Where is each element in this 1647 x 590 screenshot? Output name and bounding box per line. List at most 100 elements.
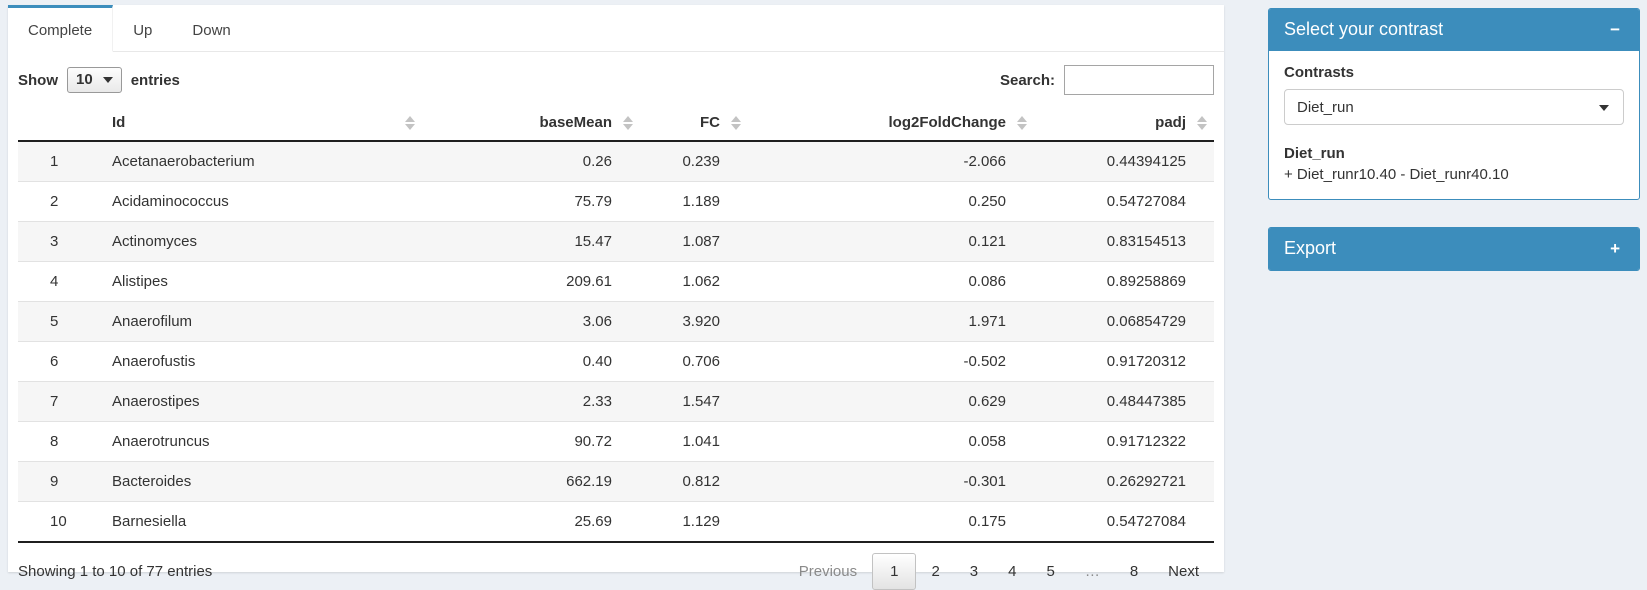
sort-icon [1197, 116, 1207, 130]
col-header-padj-label: padj [1155, 114, 1186, 131]
cell-log2foldchange: -2.066 [748, 141, 1034, 182]
tab-bar: Complete Up Down [8, 5, 1224, 52]
expand-plus-icon[interactable]: + [1606, 238, 1624, 259]
table-row: 4 Alistipes 209.61 1.062 0.086 0.8925886… [18, 262, 1214, 302]
sort-icon [623, 116, 633, 130]
col-header-rownum [18, 105, 102, 141]
cell-padj: 0.83154513 [1034, 222, 1214, 262]
cell-basemean: 90.72 [422, 422, 640, 462]
row-number: 2 [18, 182, 102, 222]
sort-icon [731, 116, 741, 130]
page-previous-button[interactable]: Previous [784, 553, 872, 590]
cell-log2foldchange: 0.121 [748, 222, 1034, 262]
cell-padj: 0.89258869 [1034, 262, 1214, 302]
cell-id: Barnesiella [102, 502, 422, 543]
page-button-1[interactable]: 1 [872, 553, 916, 590]
page-length-value: 10 [76, 71, 93, 88]
page-button-2[interactable]: 2 [916, 553, 954, 590]
sort-icon [405, 116, 415, 130]
contrasts-label: Contrasts [1284, 64, 1624, 81]
contrast-box-header: Select your contrast − [1269, 9, 1639, 51]
cell-padj: 0.91720312 [1034, 342, 1214, 382]
sort-icon [1017, 116, 1027, 130]
contrasts-select-value: Diet_run [1297, 99, 1354, 116]
page-ellipsis: … [1070, 553, 1115, 590]
table-row: 9 Bacteroides 662.19 0.812 -0.301 0.2629… [18, 462, 1214, 502]
cell-basemean: 2.33 [422, 382, 640, 422]
col-header-log2foldchange[interactable]: log2FoldChange [748, 105, 1034, 141]
export-box: Export + [1268, 227, 1640, 271]
cell-padj: 0.06854729 [1034, 302, 1214, 342]
cell-fc: 1.129 [640, 502, 748, 543]
table-row: 6 Anaerofustis 0.40 0.706 -0.502 0.91720… [18, 342, 1214, 382]
export-box-title: Export [1284, 238, 1336, 259]
col-header-id-label: Id [112, 114, 125, 131]
page-button-3[interactable]: 3 [955, 553, 993, 590]
col-header-id[interactable]: Id [102, 105, 422, 141]
tab-up[interactable]: Up [113, 5, 172, 52]
page-length-control: Show 10 entries [18, 67, 180, 93]
cell-basemean: 3.06 [422, 302, 640, 342]
cell-id: Anaerostipes [102, 382, 422, 422]
row-number: 6 [18, 342, 102, 382]
cell-log2foldchange: 1.971 [748, 302, 1034, 342]
cell-fc: 0.706 [640, 342, 748, 382]
header-row: Id baseMean FC log2FoldChange [18, 105, 1214, 141]
cell-log2foldchange: 0.058 [748, 422, 1034, 462]
cell-log2foldchange: 0.629 [748, 382, 1034, 422]
table-footer: Showing 1 to 10 of 77 entries Previous 1… [18, 553, 1214, 590]
col-header-fc[interactable]: FC [640, 105, 748, 141]
cell-basemean: 25.69 [422, 502, 640, 543]
table-info: Showing 1 to 10 of 77 entries [18, 563, 212, 580]
page-button-5[interactable]: 5 [1031, 553, 1069, 590]
table-container: Show 10 entries Search: [8, 65, 1224, 590]
col-header-fc-label: FC [700, 114, 720, 131]
cell-fc: 1.189 [640, 182, 748, 222]
table-row: 10 Barnesiella 25.69 1.129 0.175 0.54727… [18, 502, 1214, 543]
contrast-box-title: Select your contrast [1284, 19, 1443, 40]
cell-id: Acetanaerobacterium [102, 141, 422, 182]
row-number: 5 [18, 302, 102, 342]
cell-id: Anaerofilum [102, 302, 422, 342]
cell-fc: 1.087 [640, 222, 748, 262]
cell-fc: 0.239 [640, 141, 748, 182]
cell-fc: 1.041 [640, 422, 748, 462]
export-box-header: Export + [1269, 228, 1639, 270]
cell-id: Acidaminococcus [102, 182, 422, 222]
col-header-padj[interactable]: padj [1034, 105, 1214, 141]
page-button-4[interactable]: 4 [993, 553, 1031, 590]
page: Complete Up Down Show 10 entries Search: [0, 0, 1647, 572]
page-length-select[interactable]: 10 [67, 67, 122, 93]
row-number: 8 [18, 422, 102, 462]
caret-down-icon [103, 77, 113, 83]
cell-fc: 0.812 [640, 462, 748, 502]
contrasts-select[interactable]: Diet_run [1284, 89, 1624, 125]
cell-padj: 0.91712322 [1034, 422, 1214, 462]
cell-padj: 0.26292721 [1034, 462, 1214, 502]
pagination: Previous 1 2 3 4 5 … 8 Next [784, 553, 1214, 590]
page-button-8[interactable]: 8 [1115, 553, 1153, 590]
cell-basemean: 0.40 [422, 342, 640, 382]
row-number: 10 [18, 502, 102, 543]
cell-log2foldchange: 0.086 [748, 262, 1034, 302]
search-input[interactable] [1064, 65, 1214, 95]
cell-fc: 1.547 [640, 382, 748, 422]
contrast-box: Select your contrast − Contrasts Diet_ru… [1268, 8, 1640, 200]
show-label: Show [18, 72, 58, 89]
cell-id: Actinomyces [102, 222, 422, 262]
cell-padj: 0.44394125 [1034, 141, 1214, 182]
results-table: Id baseMean FC log2FoldChange [18, 105, 1214, 543]
tab-down[interactable]: Down [172, 5, 250, 52]
cell-basemean: 75.79 [422, 182, 640, 222]
row-number: 1 [18, 141, 102, 182]
cell-id: Anaerofustis [102, 342, 422, 382]
tab-complete[interactable]: Complete [8, 5, 113, 52]
page-next-button[interactable]: Next [1153, 553, 1214, 590]
contrast-detail: Diet_run + Diet_runr10.40 - Diet_runr40.… [1284, 145, 1624, 183]
col-header-basemean[interactable]: baseMean [422, 105, 640, 141]
col-header-basemean-label: baseMean [539, 114, 612, 131]
results-tabbox: Complete Up Down Show 10 entries Search: [8, 5, 1224, 572]
table-row: 8 Anaerotruncus 90.72 1.041 0.058 0.9171… [18, 422, 1214, 462]
table-row: 5 Anaerofilum 3.06 3.920 1.971 0.0685472… [18, 302, 1214, 342]
collapse-minus-icon[interactable]: − [1606, 19, 1624, 40]
